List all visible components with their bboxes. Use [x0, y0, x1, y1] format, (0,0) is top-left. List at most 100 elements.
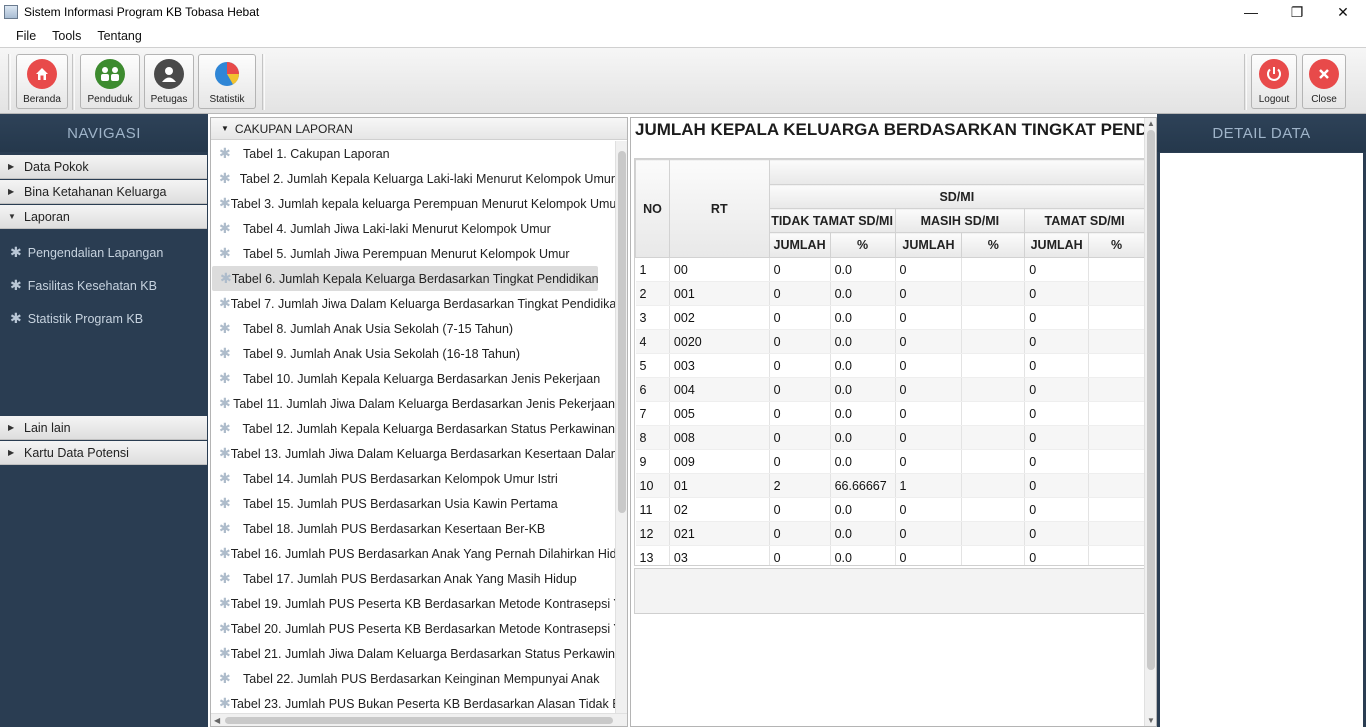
scroll-up-arrow-icon[interactable]: ▲ [1147, 119, 1155, 128]
report-list-item[interactable]: ✱ Tabel 13. Jumlah Jiwa Dalam Keluarga Be… [211, 441, 615, 466]
table-row[interactable]: 8 008 0 0.0 0 0 [635, 425, 1145, 450]
nav-statistik-program-kb[interactable]: ✱ Statistik Program KB [0, 302, 208, 335]
report-list-item[interactable]: ✱ Tabel 1. Cakupan Laporan [211, 141, 615, 166]
table-row[interactable]: 1 00 0 0.0 0 0 [635, 257, 1145, 282]
table-cell: 0.0 [830, 305, 896, 330]
column-header-sd-mi[interactable]: SD/MI [768, 184, 1145, 209]
table-row[interactable]: 7 005 0 0.0 0 0 [635, 401, 1145, 426]
table-row[interactable]: 2 001 0 0.0 0 0 [635, 281, 1145, 306]
report-list-item[interactable]: ✱ Tabel 18. Jumlah PUS Berdasarkan Kesert… [211, 516, 615, 541]
table-row[interactable]: 6 004 0 0.0 0 0 [635, 377, 1145, 402]
table-row[interactable]: 13 03 0 0.0 0 0 [635, 545, 1145, 565]
report-list-item[interactable]: ✱ Tabel 5. Jumlah Jiwa Perempuan Menurut … [211, 241, 615, 266]
report-list-item[interactable]: ✱ Tabel 3. Jumlah kepala keluarga Perempu… [211, 191, 615, 216]
nav-pengendalian-lapangan[interactable]: ✱ Pengendalian Lapangan [0, 236, 208, 269]
report-vertical-scrollbar[interactable]: ▲ ▼ [1144, 118, 1156, 726]
column-header-percent[interactable]: % [1088, 232, 1145, 258]
nav-laporan[interactable]: ▼ Laporan [0, 205, 207, 229]
report-list-vertical-scrollbar[interactable] [615, 141, 627, 713]
report-list-horizontal-scrollbar[interactable]: ◀ [211, 713, 627, 726]
column-header-percent[interactable]: % [829, 232, 896, 258]
report-list-header[interactable]: ▼ CAKUPAN LAPORAN [211, 118, 627, 140]
table-row[interactable]: 12 021 0 0.0 0 0 [635, 521, 1145, 546]
table-cell: 0 [769, 353, 831, 378]
scrollbar-thumb[interactable] [1147, 130, 1155, 670]
report-list-item[interactable]: ✱ Tabel 2. Jumlah Kepala Keluarga Laki-la… [211, 166, 615, 191]
table-row[interactable]: 9 009 0 0.0 0 0 [635, 449, 1145, 474]
table-cell: 0 [769, 401, 831, 426]
report-list-item[interactable]: ✱ Tabel 16. Jumlah PUS Berdasarkan Anak Y… [211, 541, 615, 566]
minimize-button[interactable]: — [1228, 0, 1274, 24]
nav-lain-lain[interactable]: ▶ Lain lain [0, 416, 207, 440]
report-list-item[interactable]: ✱ Tabel 23. Jumlah PUS Bukan Peserta KB B… [211, 691, 615, 713]
nav-kartu-data-potensi[interactable]: ▶ Kartu Data Potensi [0, 441, 207, 465]
report-list-item[interactable]: ✱ Tabel 22. Jumlah PUS Berdasarkan Keingi… [211, 666, 615, 691]
expand-arrow-icon: ▶ [8, 162, 15, 171]
column-header-jumlah[interactable]: JUMLAH [768, 232, 831, 258]
table-cell: 0.0 [830, 425, 896, 450]
report-list-item[interactable]: ✱ Tabel 17. Jumlah PUS Berdasarkan Anak Y… [211, 566, 615, 591]
nav-bina-ketahanan-keluarga[interactable]: ▶ Bina Ketahanan Keluarga [0, 180, 207, 204]
window-title: Sistem Informasi Program KB Tobasa Hebat [24, 5, 260, 19]
report-list-item[interactable]: ✱ Tabel 15. Jumlah PUS Berdasarkan Usia K… [211, 491, 615, 516]
statistik-button[interactable]: Statistik [198, 54, 256, 109]
table-row[interactable]: 5 003 0 0.0 0 0 [635, 353, 1145, 378]
table-cell [961, 377, 1026, 402]
column-header-no[interactable]: NO [635, 159, 670, 258]
report-list-item-label: Tabel 15. Jumlah PUS Berdasarkan Usia Ka… [243, 496, 558, 511]
detail-body [1160, 153, 1363, 727]
report-list-item[interactable]: ✱ Tabel 14. Jumlah PUS Berdasarkan Kelomp… [211, 466, 615, 491]
menu-tools[interactable]: Tools [44, 29, 89, 43]
asterisk-icon: ✱ [219, 195, 231, 211]
table-row[interactable]: 3 002 0 0.0 0 0 [635, 305, 1145, 330]
report-list-item[interactable]: ✱ Tabel 8. Jumlah Anak Usia Sekolah (7-15… [211, 316, 615, 341]
report-list-item-label: Tabel 20. Jumlah PUS Peserta KB Berdasar… [230, 621, 615, 636]
menu-tentang[interactable]: Tentang [89, 29, 149, 43]
report-list-item[interactable]: ✱ Tabel 10. Jumlah Kepala Keluarga Berdas… [211, 366, 615, 391]
penduduk-button[interactable]: Penduduk [80, 54, 140, 109]
petugas-button[interactable]: Petugas [144, 54, 194, 109]
window-close-button[interactable]: ✕ [1320, 0, 1366, 24]
menu-file[interactable]: File [8, 29, 44, 43]
close-app-button[interactable]: Close [1302, 54, 1346, 109]
table-row[interactable]: 11 02 0 0.0 0 0 [635, 497, 1145, 522]
logout-button[interactable]: Logout [1251, 54, 1297, 109]
report-list-item[interactable]: ✱ Tabel 12. Jumlah Kepala Keluarga Berdas… [211, 416, 615, 441]
scrollbar-thumb[interactable] [618, 151, 626, 513]
column-header-jumlah[interactable]: JUMLAH [1024, 232, 1090, 258]
column-header-tamat[interactable]: TAMAT SD/MI [1024, 208, 1145, 233]
beranda-button[interactable]: Beranda [16, 54, 68, 109]
table-row[interactable]: 4 0020 0 0.0 0 0 [635, 329, 1145, 354]
report-table: NO RT SD/MI TIDAK TAMAT SD/MI MASIH SD/M… [635, 159, 1145, 565]
table-cell [961, 497, 1026, 522]
report-list-item[interactable]: ✱ Tabel 7. Jumlah Jiwa Dalam Keluarga Ber… [211, 291, 615, 316]
table-cell: 12 [635, 521, 670, 546]
expand-arrow-icon: ▶ [8, 448, 15, 457]
report-list-item[interactable]: ✱ Tabel 6. Jumlah Kepala Keluarga Berdasa… [212, 266, 598, 291]
column-header-jumlah[interactable]: JUMLAH [894, 232, 963, 258]
scroll-down-arrow-icon[interactable]: ▼ [1147, 716, 1155, 725]
beranda-label: Beranda [23, 94, 61, 105]
scrollbar-thumb[interactable] [225, 717, 613, 724]
report-list-item[interactable]: ✱ Tabel 9. Jumlah Anak Usia Sekolah (16-1… [211, 341, 615, 366]
report-list-item[interactable]: ✱ Tabel 11. Jumlah Jiwa Dalam Keluarga Be… [211, 391, 615, 416]
nav-fasilitas-kesehatan-kb[interactable]: ✱ Fasilitas Kesehatan KB [0, 269, 208, 302]
report-list-item[interactable]: ✱ Tabel 4. Jumlah Jiwa Laki-laki Menurut … [211, 216, 615, 241]
column-header-percent[interactable]: % [961, 232, 1026, 258]
maximize-button[interactable]: ❐ [1274, 0, 1320, 24]
report-list-item[interactable]: ✱ Tabel 19. Jumlah PUS Peserta KB Berdasa… [211, 591, 615, 616]
report-footer [634, 568, 1146, 614]
column-header-masih[interactable]: MASIH SD/MI [894, 208, 1026, 233]
report-list-item[interactable]: ✱ Tabel 20. Jumlah PUS Peserta KB Berdasa… [211, 616, 615, 641]
report-list-item[interactable]: ✱ Tabel 21. Jumlah Jiwa Dalam Keluarga Be… [211, 641, 615, 666]
column-header-rt[interactable]: RT [668, 159, 770, 258]
column-header-tidak-tamat[interactable]: TIDAK TAMAT SD/MI [768, 208, 896, 233]
table-row[interactable]: 10 01 2 66.66667 1 0 [635, 473, 1145, 498]
scroll-left-arrow-icon[interactable]: ◀ [214, 716, 220, 725]
report-list-item-label: Tabel 5. Jumlah Jiwa Perempuan Menurut K… [243, 246, 570, 261]
toolbar-separator [262, 54, 265, 110]
asterisk-icon: ✱ [10, 277, 22, 293]
nav-data-pokok[interactable]: ▶ Data Pokok [0, 155, 207, 179]
table-cell [961, 425, 1026, 450]
table-cell: 0.0 [830, 257, 896, 282]
